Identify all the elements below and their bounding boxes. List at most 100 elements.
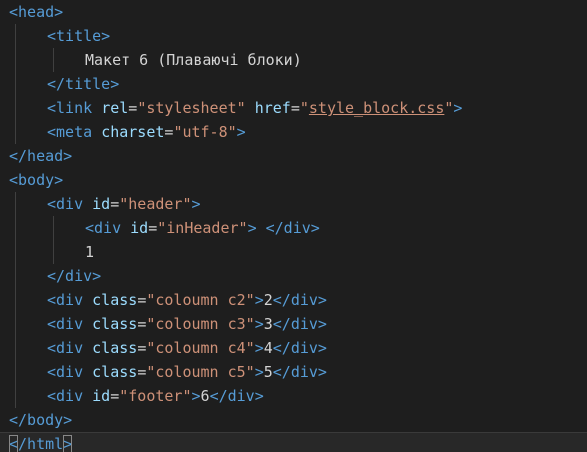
indent-guide — [15, 288, 16, 312]
indent-guide — [15, 312, 16, 336]
code-token: </div> — [272, 315, 327, 333]
code-text: <link rel="stylesheet" href="style_block… — [47, 96, 462, 120]
code-token: <meta — [47, 123, 93, 141]
code-token: "header" — [119, 195, 192, 213]
code-token: > — [254, 315, 264, 333]
code-token: </div> — [272, 339, 327, 357]
code-line[interactable]: 1 — [0, 240, 587, 264]
code-token: class — [92, 363, 138, 381]
indent-guide — [15, 384, 16, 408]
code-token: charset — [101, 123, 165, 141]
code-token: Макет 6 (Плаваючі блоки) — [85, 51, 302, 69]
code-token: > — [236, 123, 246, 141]
code-text: </body> — [9, 408, 72, 432]
indent-guide — [15, 216, 16, 240]
code-line[interactable]: <head> — [0, 0, 587, 24]
code-token: "coloumn c5" — [146, 363, 255, 381]
code-token: "utf-8" — [173, 123, 237, 141]
bracket-match-highlight: > — [63, 435, 73, 452]
code-token: > — [247, 219, 257, 237]
code-line[interactable]: <div id="header"> — [0, 192, 587, 216]
code-text: Макет 6 (Плаваючі блоки) — [85, 48, 302, 72]
code-text: </html> — [9, 432, 73, 452]
code-line[interactable]: <div id="inHeader"> </div> — [0, 216, 587, 240]
code-token: > — [191, 387, 201, 405]
indent-guide — [15, 96, 16, 120]
indent-guide — [53, 216, 54, 240]
code-text: <div id="footer">6</div> — [47, 384, 264, 408]
code-token: <div — [85, 219, 122, 237]
indent-guide — [53, 240, 54, 264]
code-line[interactable]: <div class="coloumn c4">4</div> — [0, 336, 587, 360]
code-token: > — [453, 99, 463, 117]
indent-guide — [15, 120, 16, 144]
code-token: 5 — [263, 363, 273, 381]
code-line[interactable]: <link rel="stylesheet" href="style_block… — [0, 96, 587, 120]
code-line[interactable]: <title> — [0, 24, 587, 48]
code-token: <div — [47, 195, 84, 213]
indent-guide — [15, 72, 16, 96]
code-token: <link — [47, 99, 93, 117]
code-text: <head> — [9, 0, 63, 24]
code-token: = — [110, 195, 120, 213]
code-token: <div — [47, 339, 84, 357]
code-token: 6 — [200, 387, 210, 405]
code-token: class — [92, 291, 138, 309]
code-line[interactable]: </html> — [0, 432, 587, 452]
code-line[interactable]: <meta charset="utf-8"> — [0, 120, 587, 144]
code-line[interactable]: <div class="coloumn c3">3</div> — [0, 312, 587, 336]
code-line[interactable]: <div id="footer">6</div> — [0, 384, 587, 408]
code-token: <head> — [9, 3, 64, 21]
code-token: > — [191, 195, 201, 213]
code-text: <body> — [9, 168, 63, 192]
code-line[interactable]: <div class="coloumn c2">2</div> — [0, 288, 587, 312]
code-token: " — [299, 99, 309, 117]
indent-guide — [15, 360, 16, 384]
code-text: </title> — [47, 72, 119, 96]
code-token: > — [254, 363, 264, 381]
code-token: 1 — [85, 243, 95, 261]
code-line[interactable]: </div> — [0, 264, 587, 288]
code-token: "coloumn c3" — [146, 315, 255, 333]
code-token: > — [254, 339, 264, 357]
code-text: <meta charset="utf-8"> — [47, 120, 246, 144]
code-token: 4 — [263, 339, 273, 357]
code-line[interactable]: </head> — [0, 144, 587, 168]
code-token: = — [137, 363, 147, 381]
code-token: <div — [47, 363, 84, 381]
code-token: </div> — [209, 387, 264, 405]
indent-guide — [15, 48, 16, 72]
code-token: = — [137, 291, 147, 309]
indent-guide — [53, 48, 54, 72]
code-text: 1 — [85, 240, 94, 264]
code-token: </head> — [9, 147, 73, 165]
indent-guide — [15, 24, 16, 48]
code-token: 3 — [263, 315, 273, 333]
code-token: = — [128, 99, 138, 117]
code-text: <div id="inHeader"> </div> — [85, 216, 320, 240]
code-token: class — [92, 339, 138, 357]
code-token: style_block.css — [308, 99, 445, 117]
code-line[interactable]: <div class="coloumn c5">5</div> — [0, 360, 587, 384]
code-token: </div> — [47, 267, 102, 285]
code-token: "stylesheet" — [137, 99, 246, 117]
code-line[interactable]: </body> — [0, 408, 587, 432]
code-text: <div class="coloumn c4">4</div> — [47, 336, 327, 360]
code-text: <div class="coloumn c5">5</div> — [47, 360, 327, 384]
indent-guide — [15, 240, 16, 264]
code-token: rel — [101, 99, 129, 117]
code-editor[interactable]: <head> <title> Макет 6 (Плаваючі блоки) </t… — [0, 0, 587, 452]
code-line[interactable]: Макет 6 (Плаваючі блоки) — [0, 48, 587, 72]
code-line[interactable]: <body> — [0, 168, 587, 192]
code-line[interactable]: </title> — [0, 72, 587, 96]
code-token: <div — [47, 291, 84, 309]
indent-guide — [15, 264, 16, 288]
code-token: id — [92, 195, 111, 213]
